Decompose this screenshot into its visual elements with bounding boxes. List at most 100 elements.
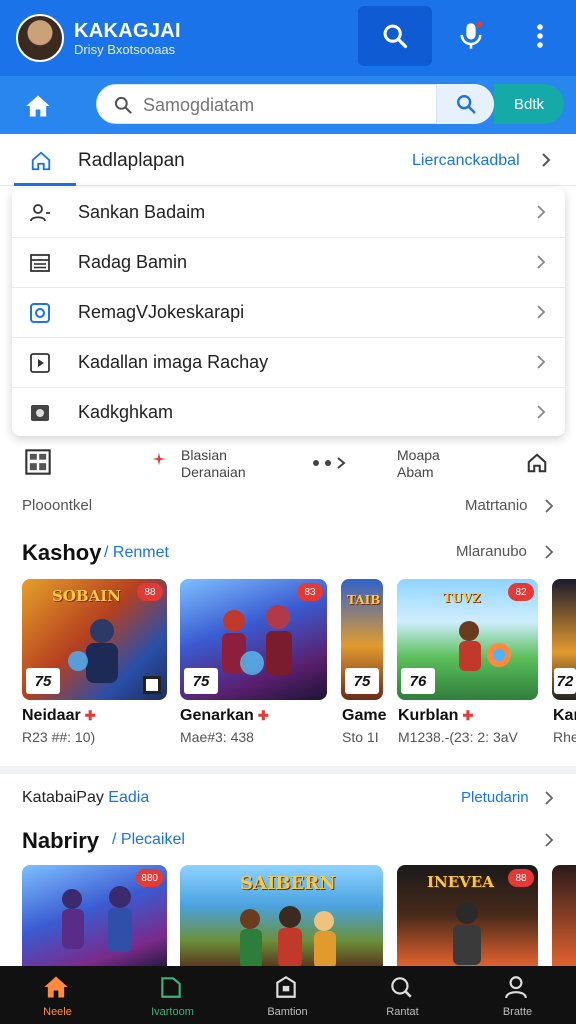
info-right-line1: Moapa xyxy=(397,447,440,463)
card-name: Kurblan ✚ xyxy=(398,707,474,724)
search-button[interactable] xyxy=(358,6,432,66)
app-subtitle: Drisy Bxotsooaas xyxy=(74,42,176,57)
star-icon xyxy=(152,452,166,466)
store-icon xyxy=(161,977,181,998)
section-subtitle[interactable]: / Plecaikel xyxy=(112,831,185,849)
mic-button[interactable] xyxy=(444,6,498,66)
tab-indicator xyxy=(14,183,76,186)
search-icon xyxy=(114,96,132,114)
card-badge: 880 xyxy=(136,869,163,887)
nav-item-search[interactable]: Rantat xyxy=(345,966,460,1024)
avatar[interactable] xyxy=(16,14,64,62)
more-vert-icon xyxy=(537,24,543,48)
camera-circle-icon xyxy=(30,303,50,323)
home-button[interactable] xyxy=(18,88,58,124)
tab-link[interactable]: Liercanckadbal xyxy=(412,152,520,170)
menu-item-label: Sankan Badaim xyxy=(78,202,206,222)
search-icon xyxy=(383,24,408,49)
card-meta: Mae#3: 438 xyxy=(180,729,254,745)
tab-active[interactable]: Radlaplapan xyxy=(78,150,185,172)
game-card[interactable]: INEVEA 88 xyxy=(397,865,538,966)
search-submit-button[interactable] xyxy=(436,84,494,124)
mic-icon xyxy=(460,21,482,49)
section-divider xyxy=(0,766,576,774)
user-search-icon xyxy=(30,204,50,222)
card-name: Genarkan ✚ xyxy=(180,707,269,724)
search-icon xyxy=(456,95,476,114)
nav-item-bag[interactable]: Bamtion xyxy=(230,966,345,1024)
card-name: Game xyxy=(342,707,387,724)
chevron-right-icon xyxy=(537,405,546,419)
section-subtitle[interactable]: / Renmet xyxy=(104,544,169,562)
bottom-nav: Neele Ivartoom Bamtion Rantat Bratte xyxy=(0,966,576,1024)
chevron-right-icon[interactable] xyxy=(544,833,554,847)
card-meta: Sto 1I xyxy=(342,729,379,745)
menu-item-radag[interactable]: Radag Bamin xyxy=(12,238,565,288)
dropdown-menu: Sankan Badaim Radag Bamin RemagVJokeskar… xyxy=(12,188,565,436)
character-art xyxy=(62,886,132,952)
card-art-title: TAIB xyxy=(347,593,381,607)
menu-item-sankan[interactable]: Sankan Badaim xyxy=(12,188,565,238)
card-art-title: SOBAIN xyxy=(52,587,121,605)
nav-label: Ivartoom xyxy=(151,1006,194,1018)
character-art xyxy=(68,619,118,683)
game-card[interactable]: 72 xyxy=(552,579,576,700)
game-card[interactable] xyxy=(552,865,576,966)
dots-indicator-icon[interactable] xyxy=(310,456,350,470)
app-bar: KAKAGJAI Drisy Bxotsooaas xyxy=(0,0,576,76)
game-card[interactable]: TUVZ 82 76 xyxy=(397,579,538,700)
menu-item-label: Kadkghkam xyxy=(78,402,174,422)
nav-item-store[interactable]: Ivartoom xyxy=(115,966,230,1024)
photo-icon xyxy=(31,405,49,421)
nav-item-profile[interactable]: Bratte xyxy=(460,966,575,1024)
app-title: KAKAGJAI xyxy=(74,20,181,42)
menu-item-label: RemagVJokeskarapi xyxy=(78,302,245,322)
menu-item-remag[interactable]: RemagVJokeskarapi xyxy=(12,288,565,338)
game-card[interactable]: SOBAIN 88 75 xyxy=(22,579,167,700)
section-link[interactable]: Pletudarin xyxy=(461,789,529,806)
chevron-right-icon xyxy=(537,355,546,369)
chevron-right-icon xyxy=(537,205,546,219)
more-button[interactable] xyxy=(512,6,568,66)
game-card[interactable]: TAIB 75 xyxy=(341,579,383,700)
menu-item-kadallan[interactable]: Kadallan imaga Rachay xyxy=(12,338,565,388)
section-link[interactable]: Mlaranubo xyxy=(456,543,527,560)
search-input[interactable] xyxy=(143,91,473,119)
search-action-button[interactable]: Bdtk xyxy=(494,84,564,124)
search-row: Bdtk xyxy=(0,76,576,134)
info-left-line2: Deranaian xyxy=(181,464,246,480)
card-meta: R23 ##: 10) xyxy=(22,729,96,745)
card-rating: 75 xyxy=(345,668,379,694)
game-card[interactable]: 83 75 xyxy=(180,579,327,700)
chevron-right-icon xyxy=(537,305,546,319)
nav-label: Neele xyxy=(43,1006,72,1018)
grid-icon[interactable] xyxy=(24,448,52,476)
home-outline-icon[interactable] xyxy=(30,150,52,172)
nav-label: Rantat xyxy=(386,1006,419,1018)
card-meta: M1238.-(23: 2: 3aV xyxy=(398,729,518,745)
card-art-title: SAIBERN xyxy=(240,873,336,894)
chevron-right-icon[interactable] xyxy=(544,545,554,559)
row-label-left: Plooontkel xyxy=(22,497,93,514)
nav-label: Bratte xyxy=(502,1006,533,1018)
chevron-right-icon[interactable] xyxy=(544,499,554,513)
home-icon xyxy=(44,976,68,998)
card-art-title: TUVZ xyxy=(443,591,481,605)
chevron-right-icon[interactable] xyxy=(540,152,552,168)
card-badge: 88 xyxy=(137,583,163,601)
tab-bar: Radlaplapan Liercanckadbal xyxy=(0,134,576,186)
bag-icon xyxy=(276,975,296,998)
section-title: Kashoy xyxy=(22,540,102,565)
nav-item-home[interactable]: Neele xyxy=(0,966,115,1024)
chevron-right-icon xyxy=(537,255,546,269)
row-link-right[interactable]: Matrtanio xyxy=(465,497,528,514)
game-card[interactable]: 880 xyxy=(22,865,167,966)
list-icon xyxy=(30,254,50,272)
card-rating: 72 xyxy=(554,668,576,694)
menu-item-kadkghkam[interactable]: Kadkghkam xyxy=(12,388,565,436)
row-label-left: KatabaiPay Eadia xyxy=(22,789,150,806)
home-outline-icon[interactable] xyxy=(526,452,548,474)
menu-item-label: Kadallan imaga Rachay xyxy=(78,352,269,372)
game-card[interactable]: SAIBERN xyxy=(180,865,383,966)
chevron-right-icon[interactable] xyxy=(544,791,554,805)
